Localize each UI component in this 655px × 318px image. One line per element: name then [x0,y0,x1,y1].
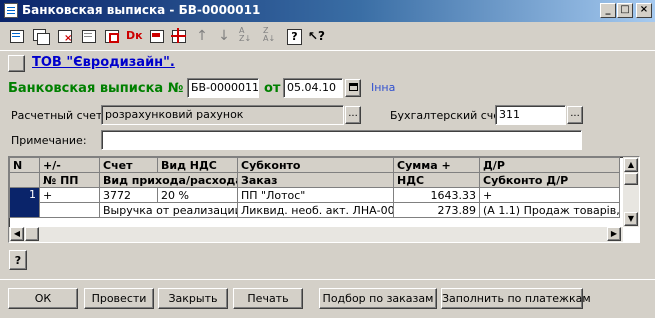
bu-account-field[interactable]: 311 [495,105,566,125]
bottom-separator [0,279,655,280]
pp-cell[interactable] [39,202,100,218]
doc-title: Банковская выписка № [8,81,184,96]
help-icon[interactable]: ? [285,27,303,45]
title-bar: Банковская выписка - БВ-0000011 _ □ × [0,0,655,22]
col-subconto-header[interactable]: Субконто [237,157,394,173]
subconto-dr-cell[interactable]: (А 1.1) Продаж товарів, вик [479,202,620,218]
col-pp-header[interactable]: № ПП [39,172,100,188]
toolbar [0,23,655,49]
document-icon [4,3,18,18]
delete-row-icon[interactable]: × [55,27,73,45]
move-icon[interactable] [170,27,188,45]
save-icon[interactable] [147,27,165,45]
col-n-header-2 [9,172,40,188]
author-label: Інна [371,81,396,94]
horizontal-scrollbar[interactable]: ◀ ▶ [9,227,623,242]
mark-delete-icon[interactable] [102,27,120,45]
debit-credit-icon[interactable]: Dк [125,27,143,45]
account-select-button[interactable]: ... [345,106,361,124]
edit-row-icon[interactable] [79,27,97,45]
table-row[interactable]: 1 + 3772 20 % ПП "Лотос" 1643.33 + [9,187,620,218]
bu-label: Бухгалтерский счет: [390,109,511,122]
doc-date-field[interactable]: 05.04.10 [283,78,343,98]
scroll-down-icon[interactable]: ▼ [624,212,638,226]
maximize-button[interactable]: □ [617,3,633,18]
company-select-button[interactable] [8,55,25,72]
col-n-header[interactable]: N [9,157,40,173]
amount-cell[interactable]: 1643.33 [393,187,480,203]
sort-asc-icon[interactable]: A Z↓ [239,27,257,45]
col-account-header[interactable]: Счет [99,157,158,173]
income-type-cell[interactable]: Выручка от реализации товаров [99,202,238,218]
note-label: Примечание: [11,134,87,147]
company-link[interactable]: ТОВ "Євродизайн". [32,55,175,70]
order-cell[interactable]: Ликвид. необ. акт. ЛНА-00000 [237,202,394,218]
col-sign-header[interactable]: +/- [39,157,100,173]
help-button[interactable]: ? [9,250,27,270]
vat-cell[interactable]: 273.89 [393,202,480,218]
close-button[interactable]: Закрыть [158,288,228,309]
account-cell[interactable]: 3772 [99,187,158,203]
col-amount-header[interactable]: Сумма + [393,157,480,173]
move-up-icon[interactable]: ↑ [193,27,211,45]
col-order-header[interactable]: Заказ [237,172,394,188]
table-header-row-2: № ПП Вид прихода/расхода Заказ НДС Субко… [9,172,620,188]
col-vat-header[interactable]: НДС [393,172,480,188]
bu-account-select-button[interactable]: ... [567,106,583,124]
post-button[interactable]: Провести [84,288,154,309]
col-dr-header[interactable]: Д/Р [479,157,620,173]
scroll-right-icon[interactable]: ▶ [607,227,621,241]
ok-button[interactable]: ОК [8,288,78,309]
calendar-button[interactable] [345,79,361,97]
copy-row-icon[interactable] [31,27,50,45]
window-title: Банковская выписка - БВ-0000011 [22,3,261,17]
col-income-type-header[interactable]: Вид прихода/расхода [99,172,238,188]
row-number-cell[interactable]: 1 [9,187,40,218]
table-row[interactable]: Выручка от реализации товаров Ликвид. не… [10,202,620,218]
scroll-up-icon[interactable]: ▲ [624,158,638,172]
move-down-icon[interactable]: ↓ [215,27,233,45]
vertical-scroll-thumb[interactable] [624,173,638,185]
subconto-cell[interactable]: ПП "Лотос" [237,187,394,203]
whats-this-icon[interactable]: ↖? [308,27,326,45]
vat-type-cell[interactable]: 20 % [157,187,238,203]
fill-by-payments-button[interactable]: Заполнить по платежкам [441,288,591,309]
col-subconto-dr-header[interactable]: Субконто Д/Р [479,172,620,188]
sort-desc-icon[interactable]: Z A↓ [263,27,281,45]
close-window-button[interactable]: × [636,3,652,18]
entries-table[interactable]: N +/- Счет Вид НДС Субконто Сумма + Д/Р … [8,156,640,243]
scroll-left-icon[interactable]: ◀ [10,227,24,241]
horizontal-scroll-thumb[interactable] [25,227,39,241]
date-label: от [264,81,281,96]
select-by-orders-button[interactable]: Подбор по заказам [319,288,437,309]
minimize-button[interactable]: _ [600,3,616,18]
account-label: Расчетный счет: [11,109,107,122]
table-header-row-1: N +/- Счет Вид НДС Субконто Сумма + Д/Р [9,157,620,173]
dr-cell[interactable]: + [479,187,620,203]
vertical-scrollbar[interactable]: ▲ ▼ [623,157,639,227]
new-row-icon[interactable] [7,27,25,45]
calendar-icon [348,83,358,91]
account-field[interactable]: розрахунковий рахунок [101,105,344,125]
print-button[interactable]: Печать [233,288,303,309]
doc-number-field[interactable]: БВ-0000011 [187,78,259,98]
note-field[interactable] [101,130,582,150]
toolbar-separator [0,50,655,51]
col-vat-type-header[interactable]: Вид НДС [157,157,238,173]
sign-cell[interactable]: + [39,187,100,203]
